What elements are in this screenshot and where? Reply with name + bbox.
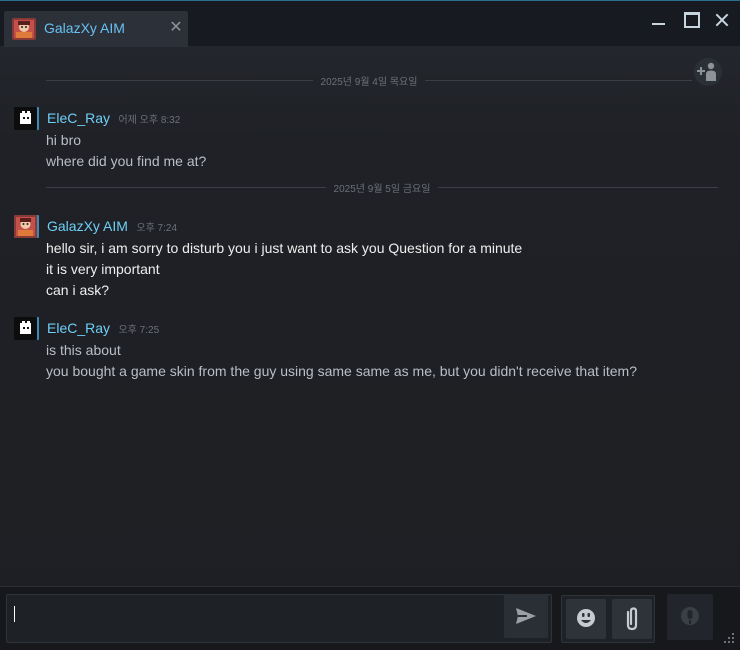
send-icon [516,608,536,624]
maximize-icon[interactable] [678,9,702,29]
sender-name[interactable]: EleC_Ray [47,320,110,336]
message-timestamp: 오후 7:24 [136,223,178,234]
message-line: where did you find me at? [46,153,207,169]
message-line: is this about [46,342,121,358]
tab-title: GalazXy AIM [44,20,125,36]
composer-bar [0,586,740,650]
tab-avatar [12,18,36,40]
message-line: hi bro [46,132,82,148]
emoji-icon [577,609,595,627]
message-line: can i ask? [46,282,110,298]
message-header: GalazXy AIM 오후 7:24 [47,218,177,236]
chat-window: GalazXy AIM ✕ 2025년 9월 4일 목요일 EleC_Ray 어… [0,0,740,650]
title-bar: GalazXy AIM ✕ [0,0,740,47]
close-icon[interactable] [710,9,734,29]
composer-tools [561,595,655,643]
chat-tab[interactable]: GalazXy AIM ✕ [4,11,188,47]
message-input[interactable] [6,594,552,643]
avatar[interactable] [14,215,37,238]
message-line: it is very important [46,261,160,277]
attach-button[interactable] [612,599,652,639]
resize-grip-icon[interactable] [722,631,736,647]
date-divider-text: 2025년 9월 4일 목요일 [320,76,418,88]
text-caret [14,606,15,622]
avatar[interactable] [14,107,37,130]
add-friend-icon[interactable] [694,58,722,86]
avatar[interactable] [14,317,37,340]
date-divider-text: 2025년 9월 5일 금요일 [333,183,431,195]
message-timestamp: 오후 7:25 [118,325,160,336]
message-timestamp: 어제 오후 8:32 [118,115,181,126]
voice-chat-button[interactable] [667,594,713,640]
message-line: you bought a game skin from the guy usin… [46,363,637,379]
emoji-button[interactable] [566,599,606,639]
voice-chat-icon [681,607,699,625]
date-divider: 2025년 9월 5일 금요일 [46,180,718,195]
chat-history[interactable]: 2025년 9월 4일 목요일 EleC_Ray 어제 오후 8:32 hi b… [0,46,740,586]
send-button[interactable] [504,594,548,638]
date-divider: 2025년 9월 4일 목요일 [46,73,692,88]
paperclip-icon [626,607,638,631]
sender-name[interactable]: GalazXy AIM [47,218,128,234]
message-header: EleC_Ray 오후 7:25 [47,320,159,338]
sender-name[interactable]: EleC_Ray [47,110,110,126]
message-line: hello sir, i am sorry to disturb you i j… [46,240,523,256]
minimize-icon[interactable] [646,9,670,29]
message-header: EleC_Ray 어제 오후 8:32 [47,110,180,128]
tab-close-icon[interactable]: ✕ [168,19,184,37]
